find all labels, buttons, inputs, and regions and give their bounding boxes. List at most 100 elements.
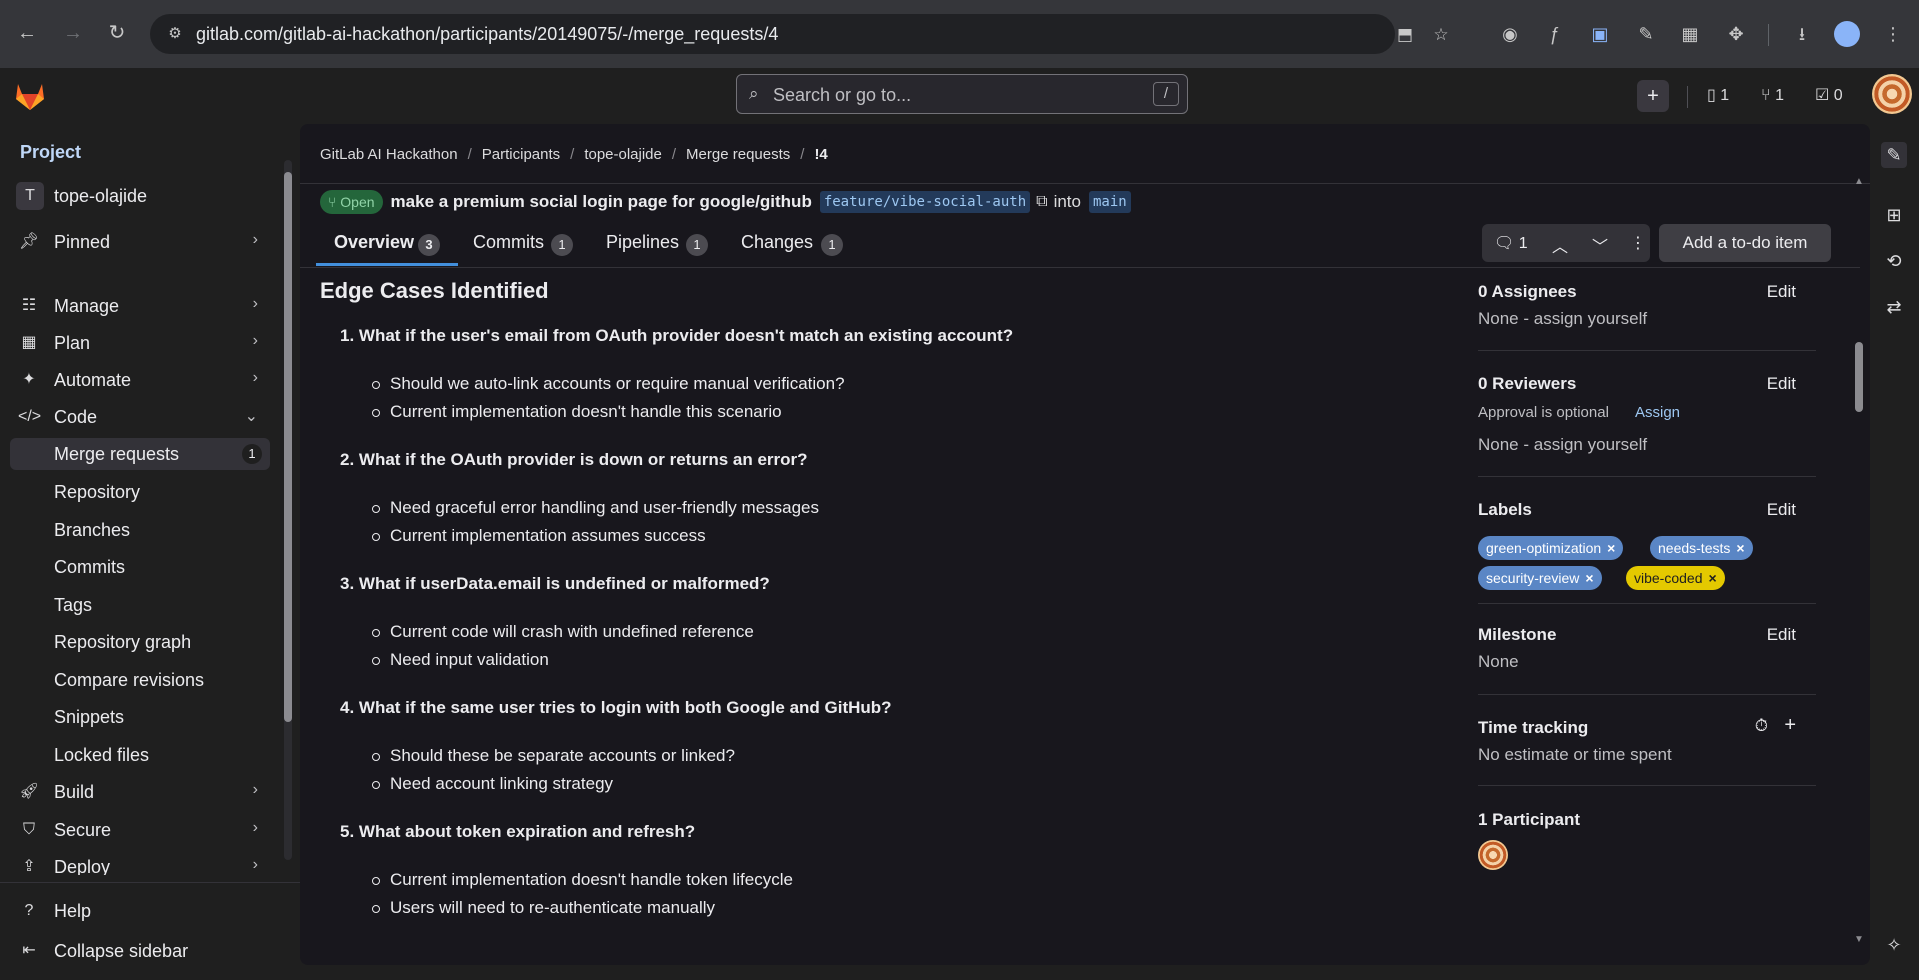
- sidebar-item-snippets[interactable]: Snippets: [10, 701, 270, 733]
- edit-note-icon[interactable]: ✎: [1881, 142, 1907, 168]
- compare-icon[interactable]: ⇄: [1881, 294, 1907, 320]
- add-comment-icon[interactable]: ⊞: [1881, 202, 1907, 228]
- main-scrollbar[interactable]: ▲ ▼: [1854, 176, 1864, 945]
- todos-button[interactable]: ☑ 0: [1815, 82, 1843, 110]
- tab-pipelines[interactable]: Pipelines 1: [606, 222, 718, 266]
- browser-menu-icon[interactable]: ⋮: [1880, 21, 1906, 47]
- add-todo-button[interactable]: Add a to-do item: [1659, 224, 1831, 262]
- list-item: 5. What about token expiration and refre…: [340, 822, 696, 841]
- sidebar-item-pinned[interactable]: 📌︎ Pinned ›: [10, 226, 270, 258]
- sidebar-item-code[interactable]: </> Code ⌄: [10, 401, 270, 433]
- address-bar[interactable]: ⚙ gitlab.com/gitlab-ai-hackathon/partici…: [150, 14, 1449, 54]
- eyedropper-extension-icon[interactable]: ✎: [1633, 21, 1659, 47]
- remove-label-icon[interactable]: ×: [1709, 570, 1717, 586]
- milestone-title: Milestone: [1478, 625, 1557, 644]
- tab-changes[interactable]: Changes 1: [741, 222, 853, 266]
- sidebar-scroll-thumb[interactable]: [284, 172, 292, 722]
- install-app-icon[interactable]: ⬒: [1393, 23, 1417, 47]
- reviewers-value[interactable]: None - assign yourself: [1478, 435, 1647, 455]
- extensions-puzzle-icon[interactable]: ✥: [1723, 21, 1749, 47]
- sidebar-item-label: Tags: [54, 595, 93, 615]
- tab-count: 3: [418, 234, 440, 256]
- chevron-up-icon[interactable]: ︿: [1552, 233, 1568, 257]
- time-tracking-title: Time tracking: [1478, 718, 1589, 737]
- sidebar-item-repository-graph[interactable]: Repository graph: [10, 626, 270, 658]
- sidebar-item-build[interactable]: 🚀︎ Build ›: [10, 776, 270, 808]
- back-icon[interactable]: ←: [14, 20, 40, 46]
- breadcrumb-link[interactable]: Participants: [482, 146, 560, 163]
- screen-extension-icon[interactable]: ▣: [1587, 21, 1613, 47]
- sidebar-item-repository[interactable]: Repository: [10, 476, 270, 508]
- sidebar-item-plan[interactable]: ▦ Plan ›: [10, 327, 270, 359]
- remove-label-icon[interactable]: ×: [1736, 540, 1744, 556]
- main-scroll-thumb[interactable]: [1855, 342, 1863, 412]
- sidebar-item-label: Build: [54, 782, 95, 802]
- tab-commits[interactable]: Commits 1: [473, 222, 585, 266]
- breadcrumb-link[interactable]: GitLab AI Hackathon: [320, 146, 458, 163]
- search-placeholder: Search or go to...: [773, 85, 912, 105]
- chevron-down-icon[interactable]: ﹀: [1592, 233, 1608, 257]
- breadcrumb-link[interactable]: Merge requests: [686, 146, 790, 163]
- sidebar-item-locked-files[interactable]: Locked files: [10, 739, 270, 771]
- user-avatar[interactable]: [1872, 74, 1912, 114]
- gitlab-logo-icon[interactable]: [12, 78, 48, 112]
- issues-button[interactable]: ▯ 1: [1707, 82, 1729, 110]
- section-divider: [1478, 694, 1816, 695]
- edit-assignees-button[interactable]: Edit: [1767, 282, 1796, 302]
- edit-labels-button[interactable]: Edit: [1767, 500, 1796, 520]
- assign-reviewer-link[interactable]: Assign: [1635, 404, 1680, 421]
- merge-requests-button[interactable]: ⑂ 1: [1761, 82, 1784, 110]
- scroll-up-icon[interactable]: ▲: [1854, 176, 1864, 187]
- qr-extension-icon[interactable]: ▦: [1677, 21, 1703, 47]
- collapse-sidebar-button[interactable]: ⇤ Collapse sidebar: [10, 935, 270, 967]
- status-badge: ⑂ Open: [320, 190, 383, 214]
- sidebar-item-secure[interactable]: ⛉ Secure ›: [10, 814, 270, 846]
- sidebar-item-deploy[interactable]: ⇪ Deploy ›: [10, 851, 270, 875]
- sidebar-project[interactable]: T tope-olajide: [10, 180, 270, 212]
- browser-profile-avatar[interactable]: [1834, 21, 1860, 47]
- sidebar-item-compare-revisions[interactable]: Compare revisions: [10, 664, 270, 696]
- duo-icon[interactable]: ✧: [1881, 932, 1907, 958]
- reload-icon[interactable]: ↻: [104, 20, 130, 46]
- target-branch[interactable]: main: [1088, 191, 1131, 213]
- remove-label-icon[interactable]: ×: [1607, 540, 1615, 556]
- search-box[interactable]: ⌕ Search or go to... /: [736, 74, 1188, 114]
- label-chip[interactable]: needs-tests ×: [1650, 536, 1753, 560]
- camera-extension-icon[interactable]: ◉: [1497, 21, 1523, 47]
- bookmark-star-icon[interactable]: ☆: [1429, 23, 1453, 47]
- assignees-value[interactable]: None - assign yourself: [1478, 309, 1647, 329]
- chevron-right-icon: ›: [252, 856, 258, 873]
- sidebar-item-commits[interactable]: Commits: [10, 551, 270, 583]
- breadcrumb-link[interactable]: tope-olajide: [584, 146, 662, 163]
- edit-milestone-button[interactable]: Edit: [1767, 625, 1796, 645]
- participant-avatar[interactable]: [1478, 840, 1508, 870]
- sidebar-scrollbar[interactable]: [284, 160, 292, 860]
- more-vertical-icon[interactable]: ⋮: [1630, 233, 1646, 253]
- scroll-down-icon[interactable]: ▼: [1854, 934, 1864, 945]
- sidebar-item-tags[interactable]: Tags: [10, 589, 270, 621]
- edit-reviewers-button[interactable]: Edit: [1767, 374, 1796, 394]
- help-button[interactable]: ? Help: [10, 895, 270, 927]
- comment-threads-button[interactable]: 🗨︎ 1: [1494, 233, 1528, 253]
- formula-extension-icon[interactable]: ƒ: [1541, 21, 1567, 47]
- create-new-button[interactable]: +: [1637, 80, 1669, 112]
- sidebar-item-merge-requests[interactable]: Merge requests 1: [10, 438, 270, 470]
- copy-icon[interactable]: ⧉: [1036, 193, 1047, 211]
- sidebar-item-branches[interactable]: Branches: [10, 514, 270, 546]
- source-branch[interactable]: feature/vibe-social-auth: [819, 191, 1031, 213]
- breadcrumb-current[interactable]: !4: [814, 146, 827, 163]
- stopwatch-icon[interactable]: ⏱: [1755, 716, 1768, 736]
- history-icon[interactable]: ⟲: [1881, 248, 1907, 274]
- url-text[interactable]: gitlab.com/gitlab-ai-hackathon/participa…: [196, 24, 778, 45]
- label-chip[interactable]: green-optimization ×: [1478, 536, 1624, 560]
- forward-icon[interactable]: →: [60, 20, 86, 46]
- add-time-icon[interactable]: +: [1784, 714, 1796, 737]
- label-chip[interactable]: vibe-coded ×: [1626, 566, 1725, 590]
- remove-label-icon[interactable]: ×: [1585, 570, 1593, 586]
- site-info-icon[interactable]: ⚙: [164, 23, 186, 45]
- tab-overview[interactable]: Overview 3: [316, 222, 458, 266]
- label-chip[interactable]: security-review ×: [1478, 566, 1602, 590]
- downloads-icon[interactable]: ⭳: [1789, 21, 1815, 47]
- sidebar-item-manage[interactable]: ☷ Manage ›: [10, 290, 270, 322]
- sidebar-item-automate[interactable]: ✦ Automate ›: [10, 364, 270, 396]
